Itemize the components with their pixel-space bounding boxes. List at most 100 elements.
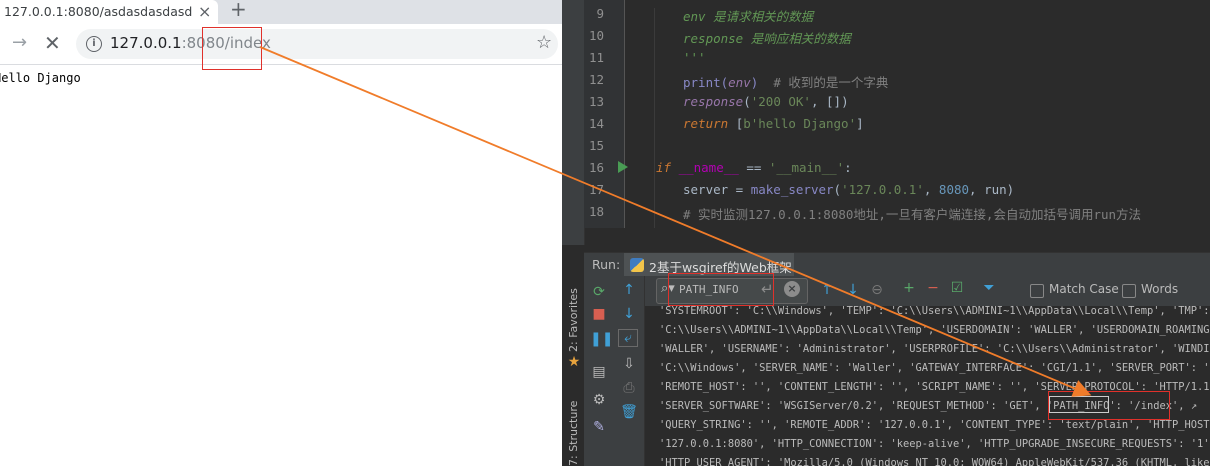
forward-icon[interactable]: → <box>12 32 27 53</box>
page-body-text: Hello Django <box>0 71 81 85</box>
filter-icon[interactable]: ⏷ <box>980 280 998 296</box>
ide-window: 9 10 11 12 13 14 15 16 17 18 env 是请求相关的数… <box>562 0 1210 466</box>
pause-icon[interactable]: ❚❚ <box>590 331 613 347</box>
line-number: 11 <box>588 50 604 65</box>
code-string: '200 OK' <box>750 94 811 109</box>
code-token: response <box>683 94 744 109</box>
url-host: 127.0.0.1 <box>110 34 182 52</box>
console-line: 'QUERY_STRING': '', 'REMOTE_ADDR': '127.… <box>659 419 1210 431</box>
line-number: 14 <box>588 116 604 131</box>
code-token: , <box>923 182 939 197</box>
line-number: 10 <box>588 28 604 43</box>
code-token: print( <box>683 75 729 90</box>
code-string: b'hello Django' <box>743 116 857 131</box>
rerun-icon[interactable]: ⟳ <box>590 284 608 300</box>
code-token: : <box>844 160 852 175</box>
run-toolbar-right: ↑ ↓ ⤶ ⇩ ⎙ 🗑 <box>614 276 645 466</box>
code-token: ( <box>833 182 842 197</box>
browser-tab[interactable]: 127.0.0.1:8080/asdasdasdasd × <box>0 0 218 24</box>
settings-icon[interactable]: ⚙ <box>590 392 608 408</box>
line-number: 17 <box>588 182 604 197</box>
run-gutter-icon[interactable] <box>618 161 628 173</box>
console-output[interactable]: 'SYSTEMROOT': 'C:\\Windows', 'TEMP': 'C:… <box>645 306 1210 466</box>
code-token: , run) <box>969 182 1015 197</box>
code-comment: # 收到的是一个字典 <box>773 75 889 90</box>
code-line[interactable]: print(env) # 收到的是一个字典 <box>683 72 888 91</box>
console-line: '127.0.0.1:8080', 'HTTP_CONNECTION': 'ke… <box>659 438 1210 450</box>
code-keyword: if <box>656 160 679 175</box>
code-line[interactable]: ''' <box>683 50 706 65</box>
clear-search-icon[interactable]: × <box>784 281 800 297</box>
prev-occurrence-icon[interactable]: ↑ <box>818 282 836 298</box>
next-occurrence-icon[interactable]: ↓ <box>844 282 862 298</box>
print-icon[interactable]: ⎙ <box>620 380 638 396</box>
code-line[interactable]: response('200 OK', []) <box>683 94 849 109</box>
pin-icon[interactable]: ✎ <box>590 419 608 435</box>
code-line[interactable]: env 是请求相关的数据 <box>683 6 813 25</box>
close-icon[interactable]: × <box>198 2 211 21</box>
match-case-label: Match Case <box>1049 282 1119 296</box>
console-line: 'HTTP_USER_AGENT': 'Mozilla/5.0 (Windows… <box>659 457 1210 466</box>
tab-title: 127.0.0.1:8080/asdasdasdasd <box>4 4 193 19</box>
code-comment[interactable]: # 实时监测127.0.0.1:8080地址,一旦有客户端连接,会自动加括号调用… <box>683 204 1141 223</box>
tab-strip: 127.0.0.1:8080/asdasdasdasd × + <box>0 0 562 24</box>
star-icon[interactable]: ★ <box>565 354 583 370</box>
dump-threads-icon[interactable]: ▤ <box>590 364 608 380</box>
structure-tool-window[interactable]: 7: Structure <box>567 401 580 466</box>
code-line[interactable]: if __name__ == '__main__': <box>656 160 852 175</box>
code-token: server = <box>683 182 751 197</box>
code-token: == <box>738 160 769 175</box>
remove-occurrence-icon[interactable]: − <box>924 280 942 296</box>
words-checkbox[interactable] <box>1122 284 1136 298</box>
code-token: ( <box>743 94 751 109</box>
bookmark-star-icon[interactable]: ☆ <box>536 32 552 53</box>
search-match-highlight <box>1049 396 1109 413</box>
code-string: '127.0.0.1' <box>841 182 924 197</box>
info-icon[interactable]: i <box>86 36 102 52</box>
line-number: 13 <box>588 94 604 109</box>
code-token: , []) <box>810 94 849 109</box>
console-line: 'WALLER', 'USERNAME': 'Administrator', '… <box>659 343 1210 355</box>
find-all-icon[interactable]: ⊖ <box>868 282 886 298</box>
match-case-checkbox[interactable] <box>1030 284 1044 298</box>
code-token: env <box>728 75 751 90</box>
soft-wrap-icon[interactable]: ⤶ <box>618 329 638 347</box>
python-icon <box>630 258 644 272</box>
favorites-tool-window[interactable]: 2: Favorites <box>567 288 580 352</box>
browser-toolbar: → ✕ i 127.0.0.1:8080/index ☆ <box>0 24 562 65</box>
stop-loading-icon[interactable]: ✕ <box>44 31 61 55</box>
browser-window: 127.0.0.1:8080/asdasdasdasd × + → ✕ i 12… <box>0 0 562 466</box>
indent-guide <box>654 8 655 228</box>
code-string: '__main__' <box>768 160 845 175</box>
code-keyword: return <box>683 116 736 131</box>
run-label: Run: <box>592 257 621 272</box>
annotation-box-search <box>668 273 774 306</box>
run-toolbar-left: ⟳ ■ ❚❚ ▤ ⚙ ✎ <box>584 276 615 466</box>
code-number: 8080 <box>938 182 970 197</box>
address-bar[interactable]: i 127.0.0.1:8080/index ☆ <box>76 29 558 59</box>
code-token: __name__ <box>678 160 739 175</box>
code-line[interactable]: server = make_server('127.0.0.1', 8080, … <box>683 182 1014 197</box>
line-number: 16 <box>588 160 604 175</box>
code-token: ] <box>856 116 864 131</box>
line-number: 9 <box>596 6 604 21</box>
line-number: 18 <box>588 204 604 219</box>
console-line: 'C:\\Users\\ADMINI~1\\AppData\\Local\\Te… <box>659 324 1210 336</box>
add-occurrence-icon[interactable]: + <box>900 280 918 296</box>
console-line: 'SYSTEMROOT': 'C:\\Windows', 'TEMP': 'C:… <box>659 306 1210 317</box>
words-label: Words <box>1141 282 1179 296</box>
code-line[interactable]: response 是响应相关的数据 <box>683 28 851 47</box>
scroll-down-icon[interactable]: ↓ <box>620 306 638 322</box>
new-tab-button[interactable]: + <box>230 0 247 21</box>
code-line[interactable]: return [b'hello Django'] <box>683 116 864 131</box>
code-token: make_server <box>750 182 834 197</box>
annotation-box-url <box>202 27 262 70</box>
console-line: 'C:\\Windows', 'SERVER_NAME': 'Waller', … <box>659 362 1210 374</box>
stop-icon[interactable]: ■ <box>590 306 608 322</box>
select-all-icon[interactable]: ☑ <box>948 280 966 296</box>
scroll-to-end-icon[interactable]: ⇩ <box>620 356 638 372</box>
trash-icon[interactable]: 🗑 <box>620 404 638 420</box>
line-number: 12 <box>588 72 604 87</box>
line-number: 15 <box>588 138 604 153</box>
scroll-up-icon[interactable]: ↑ <box>620 282 638 298</box>
